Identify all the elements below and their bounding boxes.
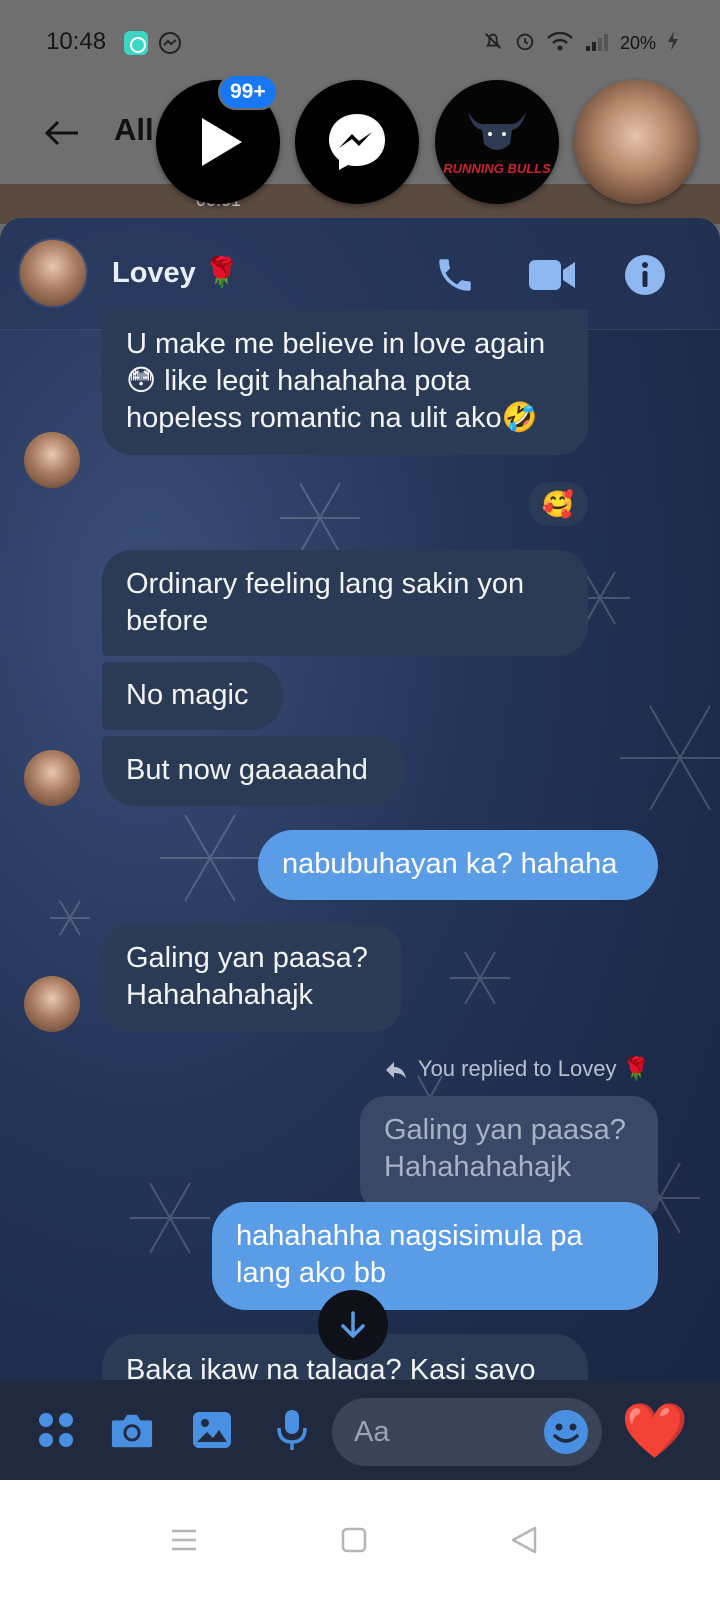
outgoing-message[interactable]: nabubuhayan ka? hahaha [258,830,658,900]
chat-head-running-bulls[interactable]: RUNNING BULLS [435,80,559,204]
wifi-icon [546,30,574,57]
system-navigation-bar [0,1480,720,1600]
status-time: 10:48 [46,28,107,55]
back-nav-button[interactable] [496,1512,552,1568]
bull-logo-text: RUNNING BULLS [443,161,551,176]
microphone-icon [277,1410,307,1450]
smiley-icon [553,1423,579,1443]
scroll-to-bottom-button[interactable] [318,1290,388,1360]
voice-call-button[interactable] [432,252,478,298]
arrow-down-icon [341,1311,365,1338]
menu-nav-button[interactable] [156,1512,212,1568]
messenger-notification-icon [158,31,182,60]
phone-icon [439,259,471,291]
emoji-button[interactable] [544,1410,588,1454]
mute-icon [482,30,504,57]
message-reaction[interactable]: 🥰 [528,482,588,526]
message-input-container[interactable] [332,1398,602,1466]
camera-button[interactable] [110,1408,154,1452]
reply-indicator: You replied to Lovey 🌹 [384,1056,650,1082]
charging-icon [666,30,680,57]
alarm-icon [514,30,536,57]
info-button[interactable] [622,252,668,298]
hamburger-icon [172,1529,196,1551]
more-actions-button[interactable] [34,1408,78,1452]
voice-message-button[interactable] [270,1408,314,1452]
contact-avatar[interactable] [18,238,88,308]
triangle-back-icon [511,1526,537,1554]
camera-icon [111,1414,153,1448]
messenger-icon [329,114,385,170]
play-icon [202,118,242,166]
sender-avatar[interactable] [24,976,80,1032]
unread-badge: 99+ [218,74,278,110]
message-composer: ❤️ [0,1380,720,1480]
video-call-button[interactable] [524,252,580,298]
four-dots-icon [39,1413,73,1447]
back-arrow-icon[interactable] [44,118,80,153]
battery-text: 20% [619,33,656,53]
incoming-message[interactable]: No magic [102,662,282,730]
image-icon [193,1412,231,1448]
contact-name[interactable]: Lovey 🌹 [112,256,240,290]
chat-head-lovey[interactable] [574,80,698,204]
incoming-message[interactable]: But now gaaaaahd [102,736,406,806]
incoming-message[interactable]: U make me believe in love again 😳 like l… [102,310,588,455]
video-camera-icon [529,260,575,290]
filter-all-tab[interactable]: All [114,112,154,148]
status-bar: 10:48 20% [0,0,720,88]
info-icon [625,255,665,295]
square-icon [341,1527,367,1553]
incoming-message[interactable]: Galing yan paasa? Hahahahahajk [102,924,402,1032]
sender-avatar[interactable] [24,432,80,488]
reply-arrow-icon [386,1062,407,1080]
home-nav-button[interactable] [326,1512,382,1568]
lovey-avatar-photo [574,80,698,204]
incoming-message[interactable]: Ordinary feeling lang sakin yon before [102,550,588,656]
reply-indicator-text: You replied to Lovey 🌹 [417,1056,650,1081]
sender-avatar[interactable] [24,750,80,806]
status-icons: 20% [482,30,680,57]
heart-like-button[interactable]: ❤️ [621,1398,688,1464]
gallery-button[interactable] [190,1408,234,1452]
signal-icon [584,30,610,57]
outgoing-message[interactable]: hahahahha nagsisimula pa lang ako bb [212,1202,658,1310]
quoted-reply-message[interactable]: Galing yan paasa? Hahahahahajk [360,1096,658,1212]
app-notification-icon [124,31,148,55]
message-input[interactable] [354,1412,534,1452]
chat-head-messenger[interactable] [295,80,419,204]
chat-window: Lovey 🌹 U make me believe in love again … [0,218,720,1500]
bull-logo-icon [468,112,526,150]
